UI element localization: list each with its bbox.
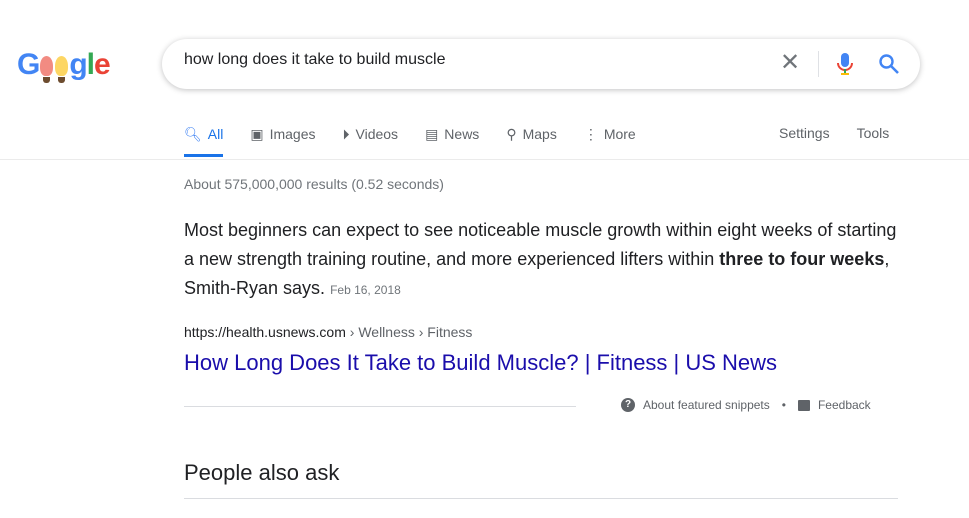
google-logo[interactable]: Ggle — [17, 48, 111, 83]
clear-icon[interactable]: ✕ — [780, 48, 800, 77]
result-stats: About 575,000,000 results (0.52 seconds) — [184, 176, 444, 192]
search-tabs: 🔍︎ All ▣ Images ⏵ Videos ▤ News ⚲ Maps ⋮ More — [184, 125, 663, 157]
snippet-date: Feb 16, 2018 — [330, 283, 401, 297]
pin-icon: ⚲ — [506, 125, 517, 142]
microphone-icon[interactable] — [837, 52, 853, 76]
url-domain: https://health.usnews.com — [184, 324, 346, 340]
divider — [184, 406, 576, 407]
tab-news[interactable]: ▤ News — [425, 125, 479, 143]
search-input[interactable] — [184, 51, 764, 69]
help-icon: ? — [621, 398, 635, 412]
tab-videos[interactable]: ⏵ Videos — [343, 125, 399, 143]
separator-dot: • — [781, 398, 786, 412]
feedback-link[interactable]: Feedback — [818, 398, 871, 412]
dots-icon: ⋮ — [583, 125, 598, 142]
tab-images[interactable]: ▣ Images — [250, 125, 315, 143]
tab-all[interactable]: 🔍︎ All — [184, 125, 224, 157]
news-icon: ▤ — [425, 125, 439, 142]
divider — [184, 498, 898, 499]
header-divider — [0, 159, 969, 160]
snippet-bold: three to four weeks — [719, 249, 885, 269]
play-icon: ⏵ — [342, 125, 350, 142]
tab-label: Videos — [355, 126, 399, 142]
tab-label: News — [444, 126, 480, 142]
url-path: › Wellness › Fitness — [345, 324, 473, 340]
divider — [818, 51, 819, 77]
tab-label: More — [603, 126, 636, 142]
search-box: ✕ — [162, 39, 920, 89]
tab-label: All — [207, 126, 224, 142]
tab-label: Maps — [522, 126, 557, 142]
featured-snippet: Most beginners can expect to see noticea… — [184, 216, 904, 305]
tab-label: Images — [269, 126, 316, 142]
tab-more[interactable]: ⋮ More — [584, 125, 636, 143]
settings-link[interactable]: Settings — [779, 125, 830, 141]
result-title-link[interactable]: How Long Does It Take to Build Muscle? |… — [184, 350, 777, 376]
tools-link[interactable]: Tools — [857, 125, 890, 141]
result-url[interactable]: https://health.usnews.com › Wellness › F… — [184, 324, 472, 340]
about-snippets-link[interactable]: About featured snippets — [643, 398, 770, 412]
feedback-icon — [797, 399, 810, 411]
image-icon: ▣ — [250, 125, 264, 142]
search-icon[interactable] — [878, 53, 900, 75]
people-also-ask-heading: People also ask — [184, 460, 340, 485]
tab-maps[interactable]: ⚲ Maps — [506, 125, 557, 143]
search-icon: 🔍︎ — [184, 125, 202, 142]
